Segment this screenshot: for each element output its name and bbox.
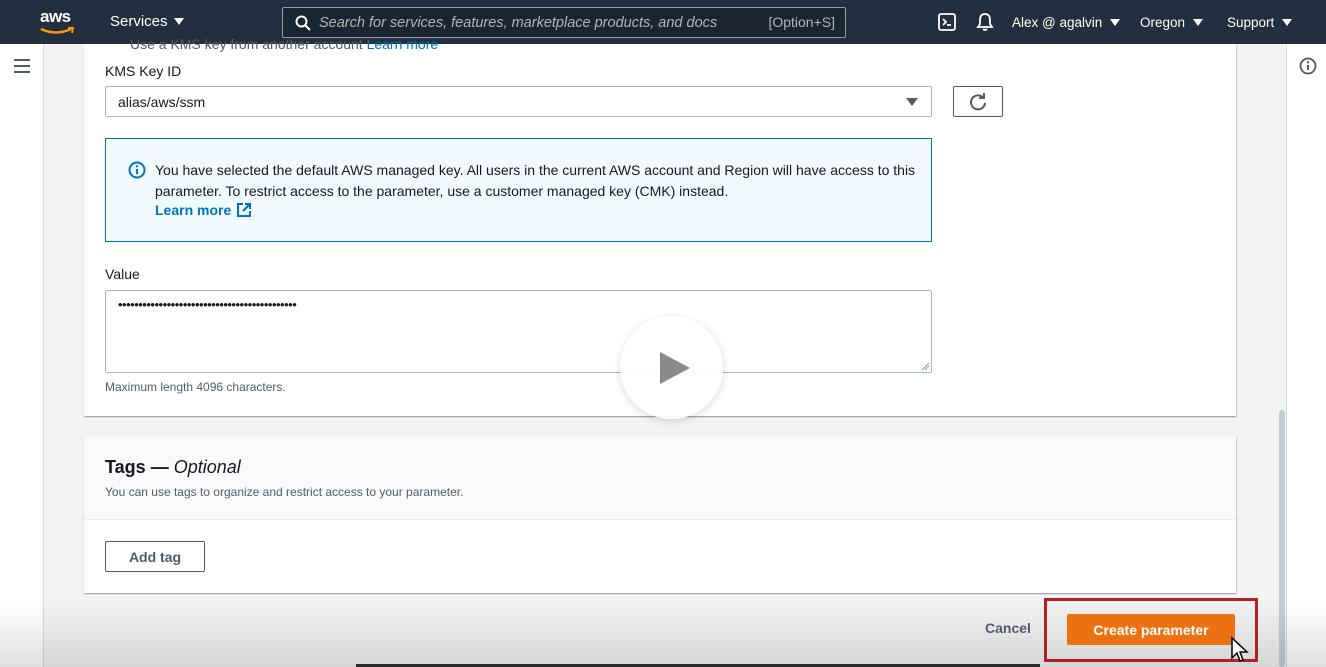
alert-learn-more-link[interactable]: Learn more bbox=[155, 202, 252, 218]
aws-smile-icon bbox=[40, 27, 75, 34]
value-textarea[interactable]: ••••••••••••••••••••••••••••••••••••••••… bbox=[105, 290, 932, 373]
tags-title-separator: — bbox=[145, 457, 174, 477]
alert-message: You have selected the default AWS manage… bbox=[155, 162, 916, 199]
support-label: Support bbox=[1227, 15, 1275, 30]
info-icon[interactable] bbox=[1299, 57, 1317, 75]
kms-key-id-label: KMS Key ID bbox=[105, 63, 182, 79]
support-menu[interactable]: Support bbox=[1227, 15, 1293, 30]
tags-title-optional: Optional bbox=[173, 457, 241, 477]
services-menu[interactable]: Services bbox=[110, 13, 184, 30]
hamburger-menu-icon[interactable] bbox=[14, 59, 30, 77]
notifications-bell-icon[interactable] bbox=[975, 12, 995, 32]
play-button[interactable] bbox=[620, 316, 723, 419]
alert-learn-more-label: Learn more bbox=[155, 202, 232, 218]
region-menu[interactable]: Oregon bbox=[1140, 15, 1204, 30]
search-icon bbox=[295, 15, 311, 31]
page-scrollbar[interactable] bbox=[1279, 410, 1285, 667]
value-constraint-hint: Maximum length 4096 characters. bbox=[105, 380, 286, 394]
create-parameter-button[interactable]: Create parameter bbox=[1067, 614, 1235, 645]
play-icon bbox=[660, 352, 690, 384]
external-link-icon bbox=[237, 203, 252, 217]
default-key-info-alert: You have selected the default AWS manage… bbox=[105, 138, 932, 242]
resize-grip-icon[interactable] bbox=[921, 362, 929, 370]
left-navigation-rail bbox=[0, 44, 44, 667]
caret-down-icon bbox=[906, 98, 918, 106]
aws-logo[interactable]: aws bbox=[38, 8, 78, 38]
kms-key-select[interactable]: alias/aws/ssm bbox=[105, 86, 932, 117]
account-label: Alex @ agalvin bbox=[1012, 15, 1103, 30]
caret-down-icon bbox=[1110, 19, 1121, 26]
tags-description: You can use tags to organize and restric… bbox=[105, 485, 464, 499]
mouse-pointer-icon bbox=[1231, 636, 1249, 662]
search-input[interactable] bbox=[319, 12, 739, 34]
tags-title: Tags — Optional bbox=[105, 457, 241, 478]
search-shortcut-hint: [Option+S] bbox=[768, 14, 835, 30]
caret-down-icon bbox=[1282, 19, 1293, 26]
cancel-button[interactable]: Cancel bbox=[985, 620, 1031, 636]
info-circle-icon bbox=[128, 161, 146, 179]
tags-panel: Tags — Optional You can use tags to orga… bbox=[84, 437, 1236, 593]
aws-logo-text: aws bbox=[40, 7, 71, 26]
right-help-rail bbox=[1286, 44, 1326, 667]
add-tag-button[interactable]: Add tag bbox=[105, 541, 205, 572]
services-label: Services bbox=[110, 13, 168, 30]
value-label: Value bbox=[105, 266, 140, 282]
caret-down-icon bbox=[1193, 19, 1204, 26]
refresh-button[interactable] bbox=[953, 86, 1003, 117]
kms-key-selected-value: alias/aws/ssm bbox=[118, 94, 206, 110]
cloudshell-icon[interactable] bbox=[937, 12, 957, 32]
account-menu[interactable]: Alex @ agalvin bbox=[1012, 15, 1121, 30]
region-label: Oregon bbox=[1140, 15, 1186, 30]
masked-value: ••••••••••••••••••••••••••••••••••••••••… bbox=[118, 297, 297, 312]
search-box[interactable]: [Option+S] bbox=[282, 7, 846, 38]
tags-title-text: Tags bbox=[105, 457, 146, 477]
caret-down-icon bbox=[173, 18, 184, 25]
refresh-icon bbox=[970, 92, 986, 110]
tags-header: Tags — Optional You can use tags to orga… bbox=[84, 437, 1236, 520]
